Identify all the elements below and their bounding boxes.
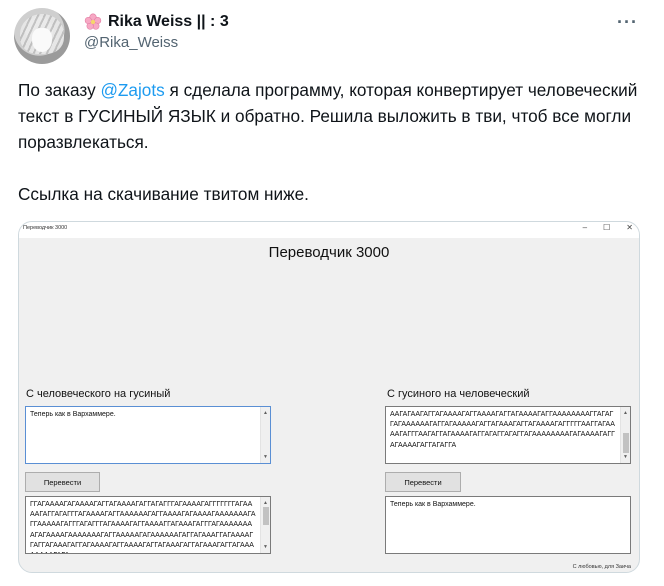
goose-output[interactable]: ГГАГААААГАГААААГАГГАГААААГАГГАГАГГГАГААА… <box>25 496 271 554</box>
more-icon[interactable]: ··· <box>617 12 638 33</box>
scroll-down-icon[interactable]: ▼ <box>263 542 268 552</box>
window-controls: – ☐ ✕ <box>583 223 633 232</box>
goose-to-human-label: С гусиного на человеческий <box>387 388 530 400</box>
user-handle[interactable]: @Rika_Weiss <box>84 34 178 51</box>
window-title: Переводчик 3000 <box>23 225 68 231</box>
scroll-up-icon[interactable]: ▲ <box>623 408 628 418</box>
cherry-blossom-icon <box>84 13 102 30</box>
human-to-goose-label: С человеческого на гусиный <box>26 388 171 400</box>
scroll-down-icon[interactable]: ▼ <box>263 452 268 462</box>
scroll-thumb[interactable] <box>623 433 629 453</box>
human-output-value: Теперь как в Вархаммере. <box>390 501 476 508</box>
footer-note: С любовью, для Заича <box>572 564 631 570</box>
mention-link[interactable]: @Zajots <box>100 80 164 100</box>
human-output[interactable]: Теперь как в Вархаммере. <box>385 496 631 554</box>
avatar-face <box>32 28 52 52</box>
maximize-icon[interactable]: ☐ <box>603 223 610 232</box>
scroll-up-icon[interactable]: ▲ <box>263 408 268 418</box>
tweet-text: По заказу @Zajots я сделала программу, к… <box>18 77 648 207</box>
scroll-thumb[interactable] <box>263 507 269 525</box>
tweet-text-pre: По заказу <box>18 80 101 100</box>
attached-image[interactable]: Переводчик 3000 – ☐ ✕ Переводчик 3000 С … <box>18 221 640 573</box>
tweet-paragraph-1: По заказу @Zajots я сделала программу, к… <box>18 77 648 155</box>
app-title: Переводчик 3000 <box>268 244 390 261</box>
goose-output-value: ГГАГААААГАГААААГАГГАГААААГАГГАГАГГГАГААА… <box>30 501 256 553</box>
human-input[interactable]: Теперь как в Вархаммере. ▲ ▼ <box>25 406 271 464</box>
window-titlebar: Переводчик 3000 – ☐ ✕ <box>19 222 639 238</box>
goose-input-scrollbar[interactable]: ▲ ▼ <box>620 407 630 463</box>
translate-to-goose-button[interactable]: Перевести <box>25 472 100 492</box>
tweet-paragraph-2: Ссылка на скачивание твитом ниже. <box>18 184 309 204</box>
translate-to-human-button[interactable]: Перевести <box>385 472 461 492</box>
display-name[interactable]: Rika Weiss || : 3 <box>108 13 229 31</box>
scroll-down-icon[interactable]: ▼ <box>623 452 628 462</box>
human-input-scrollbar[interactable]: ▲ ▼ <box>260 407 270 463</box>
avatar[interactable] <box>14 8 70 64</box>
goose-input-value: ААГАГААГАГГАГААААГАГГААААГАГГАГААААГАГГА… <box>390 411 615 449</box>
close-icon[interactable]: ✕ <box>626 223 633 232</box>
author-name-row: Rika Weiss || : 3 <box>84 13 229 31</box>
human-input-value: Теперь как в Вархаммере. <box>30 411 116 418</box>
goose-output-scrollbar[interactable]: ▲ ▼ <box>260 497 270 553</box>
minimize-icon[interactable]: – <box>583 223 587 232</box>
goose-input[interactable]: ААГАГААГАГГАГААААГАГГААААГАГГАГААААГАГГА… <box>385 406 631 464</box>
